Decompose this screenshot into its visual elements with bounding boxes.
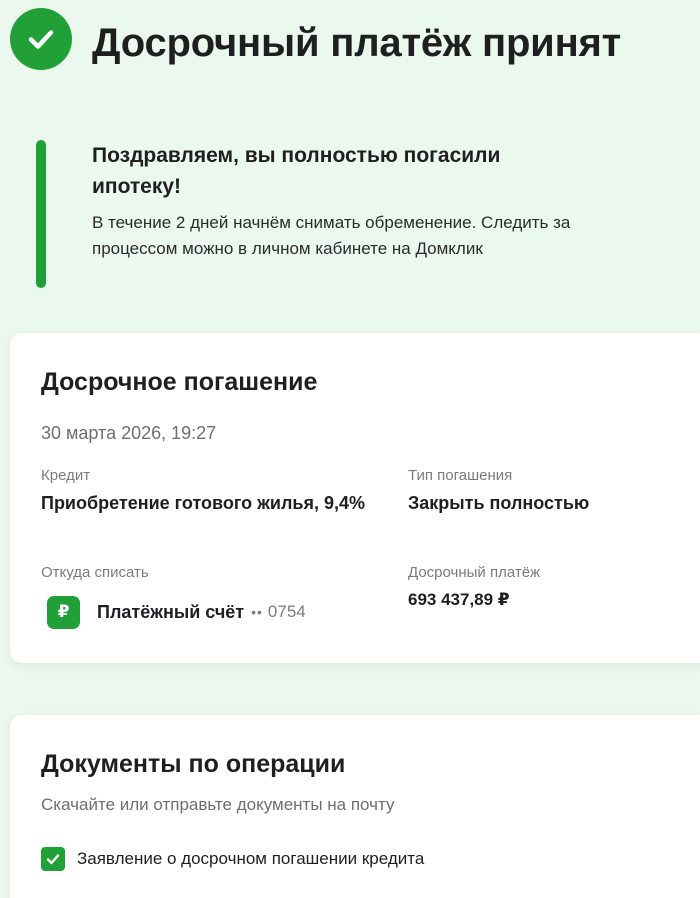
documents-subtitle: Скачайте или отправьте документы на почт… [41, 795, 395, 814]
checkbox-checked-icon[interactable] [41, 847, 65, 871]
congrats-title: Поздравляем, вы полностью погасили ипоте… [92, 144, 501, 198]
document-item[interactable]: Заявление о досрочном погашении кредита [41, 847, 424, 871]
check-circle-icon [10, 8, 72, 70]
amount-value: 693 437,89 ₽ [408, 590, 510, 609]
source-account: ₽ Платёжный счёт •• 0754 [47, 595, 306, 629]
operation-datetime: 30 марта 2026, 19:27 [41, 423, 217, 443]
ruble-icon: ₽ [47, 595, 80, 629]
page-title: Досрочный платёж принят [92, 21, 622, 65]
credit-value: Приобретение готового жилья, 9,4% [41, 493, 365, 513]
accent-bar [36, 140, 46, 288]
amount-label: Досрочный платёж [408, 564, 541, 581]
account-name: Платёжный счёт [97, 601, 245, 622]
operation-card: Досрочное погашение 30 марта 2026, 19:27… [10, 333, 700, 663]
account-number: 0754 [267, 602, 306, 621]
repayment-type-label: Тип погашения [408, 467, 513, 484]
document-label: Заявление о досрочном погашении кредита [77, 849, 425, 868]
repayment-type-value: Закрыть полностью [408, 493, 590, 513]
success-header: Досрочный платёж принят [10, 8, 700, 118]
credit-label: Кредит [41, 467, 91, 484]
documents-card: Документы по операции Скачайте или отпра… [10, 715, 700, 898]
account-dots: •• [251, 604, 263, 620]
operation-title: Досрочное погашение [41, 368, 318, 396]
congrats-text: В течение 2 дней начнём снимать обремене… [92, 213, 571, 258]
congrats-block: Поздравляем, вы полностью погасили ипоте… [36, 140, 676, 288]
source-label: Откуда списать [41, 564, 149, 581]
documents-title: Документы по операции [41, 750, 346, 778]
